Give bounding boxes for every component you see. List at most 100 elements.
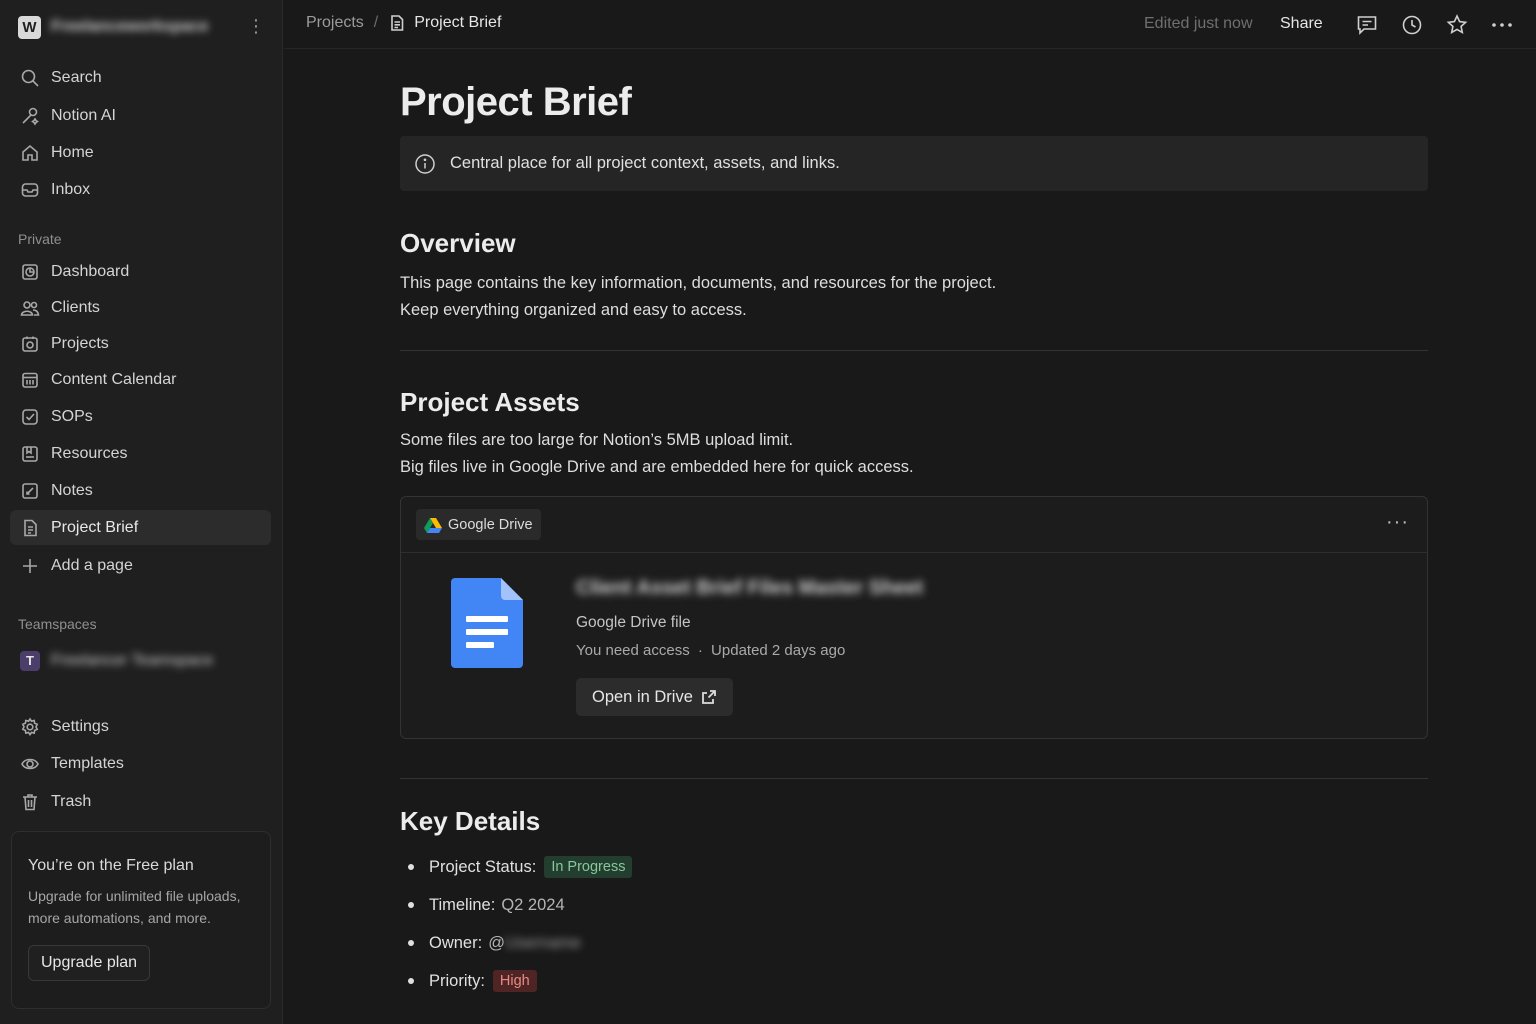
topbar: Projects / Project Brief Edited just now… xyxy=(284,0,1536,49)
bullet-dot xyxy=(408,902,414,908)
plus-icon xyxy=(23,558,37,573)
plan-title: You’re on the Free plan xyxy=(28,857,194,874)
projects-icon xyxy=(22,336,38,352)
sidebar-item-label: Notes xyxy=(51,481,93,499)
embed-more-icon[interactable]: ··· xyxy=(1386,511,1409,534)
plan-description: Upgrade for unlimited file uploads, more… xyxy=(28,885,254,929)
people-icon xyxy=(20,300,40,316)
sidebar-item-label: Resources xyxy=(51,444,128,462)
google-drive-source[interactable]: Google Drive xyxy=(416,509,541,540)
trash-icon xyxy=(23,793,37,810)
sidebar-item-project-brief[interactable]: Project Brief xyxy=(10,510,271,545)
google-docs-icon xyxy=(451,578,523,673)
external-link-icon xyxy=(701,690,716,704)
owner-label: Owner: xyxy=(429,933,483,952)
sidebar-item-search[interactable]: Search xyxy=(10,60,271,95)
status-label: Project Status: xyxy=(429,857,537,876)
add-page-label: Add a page xyxy=(51,556,133,574)
workspace-name: Freelanceworkspace xyxy=(51,18,209,35)
calendar-icon xyxy=(22,372,38,388)
sidebar-item-dashboard[interactable]: Dashboard xyxy=(10,254,271,289)
sidebar: W Freelanceworkspace ⋮ Search Notion AI … xyxy=(0,0,283,1024)
sidebar-item-label: Inbox xyxy=(51,180,91,198)
sidebar-item-resources[interactable]: Resources xyxy=(10,436,271,471)
upgrade-plan-button[interactable]: Upgrade plan xyxy=(28,945,151,981)
sidebar-item-label: Notion AI xyxy=(51,106,116,124)
key-details-heading: Key Details xyxy=(400,806,541,836)
share-button[interactable]: Share xyxy=(1280,15,1323,33)
sidebar-item-templates[interactable]: Templates xyxy=(10,746,271,781)
sidebar-item-projects[interactable]: Projects xyxy=(10,326,271,361)
workspace-logo: W xyxy=(18,15,41,39)
bullet-dot xyxy=(408,864,414,870)
open-in-drive-button[interactable]: Open in Drive xyxy=(576,678,733,716)
sidebar-item-label: Home xyxy=(51,143,94,161)
updated-time: Updated 2 days ago xyxy=(711,642,846,659)
star-icon[interactable] xyxy=(1445,13,1469,37)
dashboard-icon xyxy=(22,263,38,280)
plan-description-line: Upgrade for unlimited file uploads, xyxy=(28,888,241,904)
breadcrumb-separator: / xyxy=(373,14,379,31)
plan-description-line: more automations, and more. xyxy=(28,910,211,926)
callout: Central place for all project context, a… xyxy=(400,136,1428,191)
callout-text: Central place for all project context, a… xyxy=(450,154,840,172)
notion-ai-icon xyxy=(22,107,39,125)
page-title[interactable]: Project Brief xyxy=(400,80,632,125)
google-drive-label: Google Drive xyxy=(448,516,533,533)
google-drive-embed[interactable]: Google Drive ··· Client Asset Brief File… xyxy=(400,496,1428,739)
google-drive-icon xyxy=(424,517,442,533)
history-icon[interactable] xyxy=(1400,13,1424,37)
file-title[interactable]: Client Asset Brief Files Master Sheet xyxy=(576,577,923,600)
status-badge[interactable]: In Progress xyxy=(544,856,633,878)
breadcrumb-projects[interactable]: Projects xyxy=(306,14,364,32)
workspace-switcher[interactable]: W Freelanceworkspace ⋮ xyxy=(18,14,273,40)
project-assets-text: Some files are too large for Notion’s 5M… xyxy=(400,427,914,481)
sidebar-item-sops[interactable]: SOPs xyxy=(10,399,271,434)
sidebar-item-trash[interactable]: Trash xyxy=(10,784,271,819)
sidebar-item-teamspace[interactable]: T Freelancer Teamspace xyxy=(10,643,271,678)
teamspaces-section-label: Teamspaces xyxy=(18,616,97,632)
sidebar-item-content-calendar[interactable]: Content Calendar xyxy=(10,362,271,397)
list-item: Priority: High xyxy=(408,962,632,1000)
priority-label: Priority: xyxy=(429,971,485,990)
edited-status: Edited just now xyxy=(1144,15,1253,32)
sidebar-item-settings[interactable]: Settings xyxy=(10,709,271,744)
sidebar-item-label: SOPs xyxy=(51,407,93,425)
divider xyxy=(400,778,1428,779)
templates-icon xyxy=(21,758,39,769)
info-icon xyxy=(415,153,435,174)
project-assets-heading: Project Assets xyxy=(400,387,580,417)
sidebar-item-clients[interactable]: Clients xyxy=(10,290,271,325)
sidebar-item-inbox[interactable]: Inbox xyxy=(10,172,271,207)
free-plan-card: You’re on the Free plan Upgrade for unli… xyxy=(11,831,271,1009)
inbox-icon xyxy=(21,182,39,197)
sidebar-item-notes[interactable]: Notes xyxy=(10,473,271,508)
document-icon xyxy=(24,519,37,536)
assets-line: Some files are too large for Notion’s 5M… xyxy=(400,431,794,449)
sidebar-item-home[interactable]: Home xyxy=(10,135,271,170)
more-options-icon[interactable] xyxy=(1490,13,1514,37)
sidebar-item-label: Clients xyxy=(51,298,100,316)
breadcrumb: Projects / Project Brief xyxy=(306,14,501,32)
priority-badge[interactable]: High xyxy=(492,970,537,992)
open-in-drive-label: Open in Drive xyxy=(592,687,693,706)
sidebar-item-label: Content Calendar xyxy=(51,370,177,388)
sidebar-item-label: Projects xyxy=(51,334,109,352)
overview-line: Keep everything organized and easy to ac… xyxy=(400,301,747,319)
embed-header: Google Drive ··· xyxy=(401,497,1427,553)
sidebar-item-notion-ai[interactable]: Notion AI xyxy=(10,98,271,133)
sidebar-item-label: Search xyxy=(51,68,102,86)
comments-icon[interactable] xyxy=(1355,13,1379,37)
owner-mention[interactable]: Username xyxy=(505,934,581,953)
sidebar-item-label: Project Brief xyxy=(51,518,139,536)
add-page-button[interactable]: Add a page xyxy=(10,548,271,583)
breadcrumb-current[interactable]: Project Brief xyxy=(414,14,501,32)
resources-icon xyxy=(22,445,38,462)
workspace-menu-icon[interactable]: ⋮ xyxy=(247,16,265,36)
teamspace-name: Freelancer Teamspace xyxy=(51,651,214,669)
overview-heading: Overview xyxy=(400,228,516,258)
list-item: Timeline: Q2 2024 xyxy=(408,886,632,924)
key-details-list: Project Status: In Progress Timeline: Q2… xyxy=(408,848,633,1000)
private-section-label: Private xyxy=(18,231,62,247)
overview-text: This page contains the key information, … xyxy=(400,270,996,324)
